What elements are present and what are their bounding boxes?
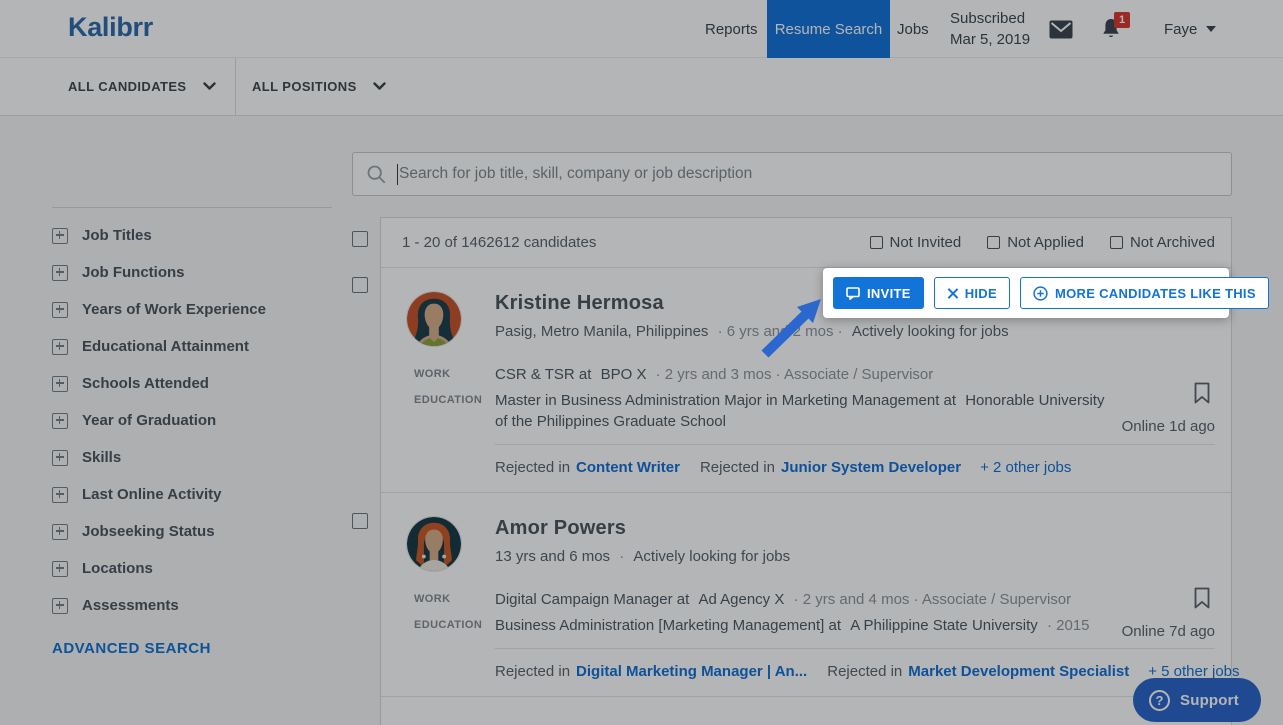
hide-label: HIDE — [965, 286, 997, 301]
dim-overlay — [0, 0, 1283, 725]
invite-label: INVITE — [867, 286, 911, 301]
action-panel: INVITE HIDE MORE CANDIDATES LIKE THIS — [823, 268, 1229, 318]
cursor-arrow — [757, 296, 825, 362]
hide-button[interactable]: HIDE — [934, 277, 1010, 309]
invite-button[interactable]: INVITE — [833, 277, 924, 309]
chat-bubble-icon — [846, 287, 860, 300]
resume-search-page: Kalibrr Reports Resume Search Jobs Subsc… — [0, 0, 1283, 725]
x-icon — [947, 288, 958, 299]
more-candidates-button[interactable]: MORE CANDIDATES LIKE THIS — [1020, 277, 1269, 309]
plus-circle-icon — [1033, 286, 1048, 301]
more-candidates-label: MORE CANDIDATES LIKE THIS — [1055, 286, 1256, 301]
